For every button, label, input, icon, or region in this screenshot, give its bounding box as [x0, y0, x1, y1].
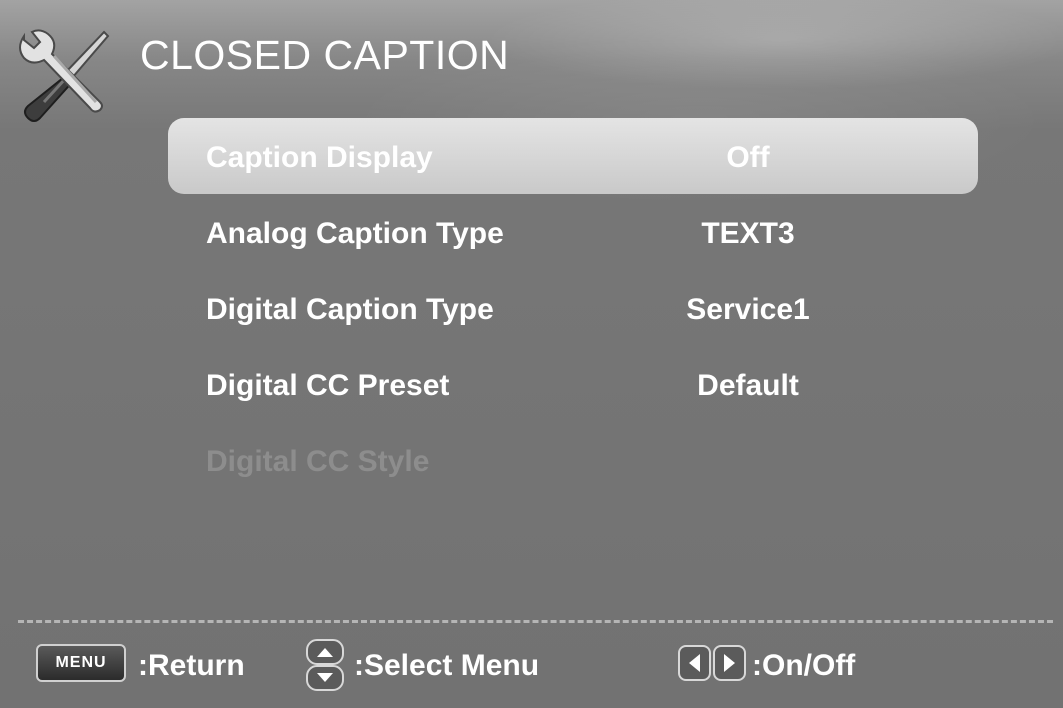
left-right-arrows-icon [678, 645, 746, 681]
select-menu-hint: :Select Menu [354, 649, 540, 682]
menu-item-value: Service1 [686, 293, 810, 326]
menu-item-label: Digital CC Preset [206, 369, 450, 402]
closed-caption-screen: CLOSED CAPTION Caption Display Off Analo… [0, 0, 1063, 708]
footer-hints: MENU :Return :Select Menu :On/Off [0, 630, 1063, 700]
menu-item-digital-cc-preset[interactable]: Digital CC Preset Default [168, 346, 978, 422]
menu-item-value: Off [726, 141, 770, 174]
menu-item-caption-display[interactable]: Caption Display Off [168, 118, 978, 194]
menu-key-button[interactable]: MENU [36, 644, 126, 682]
menu-item-label: Caption Display [206, 141, 433, 174]
wrench-screwdriver-icon [19, 29, 110, 122]
menu-item-digital-cc-style: Digital CC Style [168, 422, 978, 498]
menu-item-value: TEXT3 [701, 217, 795, 250]
up-down-arrows-icon [306, 639, 344, 691]
menu-item-label: Analog Caption Type [206, 217, 504, 250]
menu-item-analog-caption-type[interactable]: Analog Caption Type TEXT3 [168, 194, 978, 270]
menu-item-label: Digital CC Style [206, 445, 430, 478]
return-hint: :Return [138, 649, 245, 682]
menu-item-label: Digital Caption Type [206, 293, 494, 326]
page-title: CLOSED CAPTION [140, 32, 510, 78]
footer-divider [18, 620, 1053, 623]
menu-item-value: Default [697, 369, 799, 402]
menu-item-digital-caption-type[interactable]: Digital Caption Type Service1 [168, 270, 978, 346]
on-off-hint: :On/Off [752, 649, 856, 682]
caption-menu-list: Caption Display Off Analog Caption Type … [168, 118, 978, 498]
